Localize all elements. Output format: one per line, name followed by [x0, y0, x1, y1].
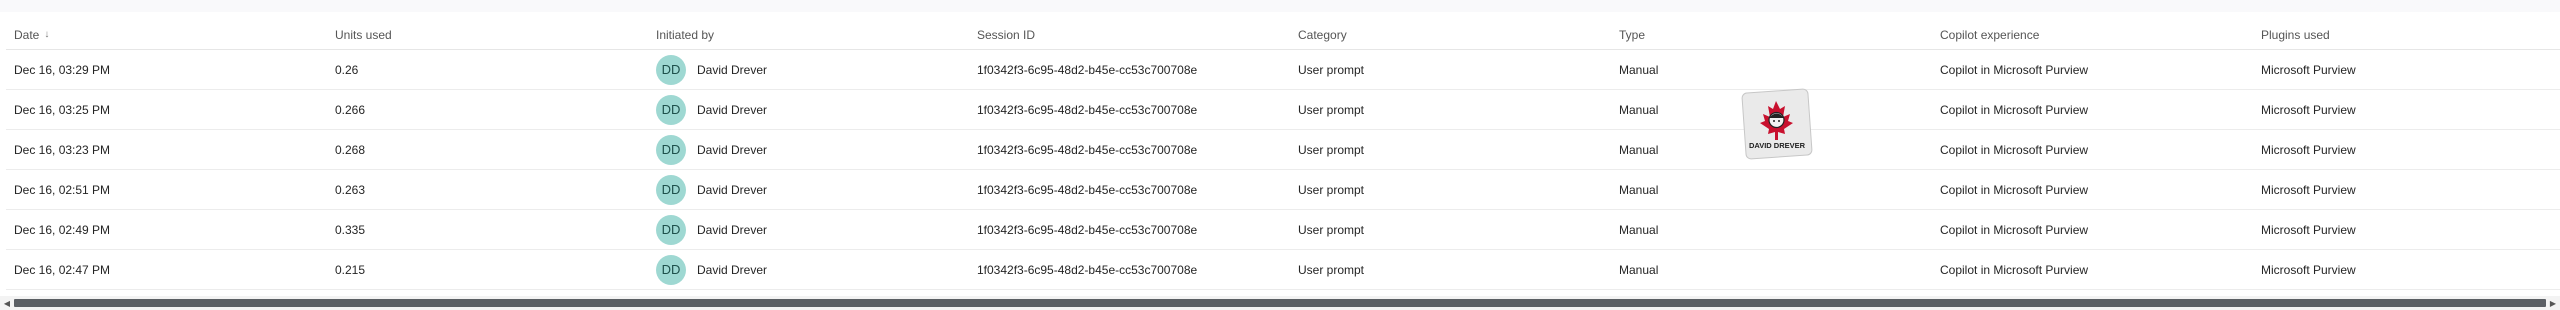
table-row[interactable]: Dec 16, 03:29 PM 0.26 DD David Drever 1f… — [6, 50, 2560, 90]
date-cell: Dec 16, 03:25 PM — [14, 102, 111, 117]
date-cell: Dec 16, 02:47 PM — [14, 262, 111, 277]
category-cell: User prompt — [1298, 262, 1365, 277]
watermark-text: DAVID DREVER — [1749, 141, 1806, 150]
type-cell: Manual — [1619, 102, 1659, 117]
column-header-units-used[interactable]: Units used — [335, 20, 392, 49]
column-header-initiated-by[interactable]: Initiated by — [656, 20, 714, 49]
category-cell: User prompt — [1298, 142, 1365, 157]
user-name: David Drever — [697, 142, 768, 157]
plugins-used-cell: Microsoft Purview — [2261, 102, 2356, 117]
units-cell: 0.263 — [335, 182, 366, 197]
date-cell: Dec 16, 02:51 PM — [14, 182, 111, 197]
plugins-used-cell: Microsoft Purview — [2261, 182, 2356, 197]
category-cell: User prompt — [1298, 102, 1365, 117]
plugins-used-cell: Microsoft Purview — [2261, 62, 2356, 77]
category-cell: User prompt — [1298, 62, 1365, 77]
table-row[interactable]: Dec 16, 02:47 PM 0.215 DD David Drever 1… — [6, 250, 2560, 290]
session-id-cell: 1f0342f3-6c95-48d2-b45e-cc53c700708e — [977, 262, 1198, 277]
copilot-experience-cell: Copilot in Microsoft Purview — [1940, 222, 2089, 237]
type-cell: Manual — [1619, 222, 1659, 237]
user-name: David Drever — [697, 222, 768, 237]
column-header-session-id[interactable]: Session ID — [977, 20, 1035, 49]
avatar: DD — [656, 134, 686, 165]
date-cell: Dec 16, 03:23 PM — [14, 142, 111, 157]
session-id-cell: 1f0342f3-6c95-48d2-b45e-cc53c700708e — [977, 182, 1198, 197]
initiated-by-cell: DD David Drever — [656, 130, 767, 169]
session-id-cell: 1f0342f3-6c95-48d2-b45e-cc53c700708e — [977, 222, 1198, 237]
date-cell: Dec 16, 03:29 PM — [14, 62, 111, 77]
avatar: DD — [656, 54, 686, 85]
table-header-row: Date ↓ Units used Initiated by Session I… — [6, 20, 2560, 50]
table-row[interactable]: Dec 16, 03:25 PM 0.266 DD David Drever 1… — [6, 90, 2560, 130]
type-cell: Manual — [1619, 262, 1659, 277]
avatar: DD — [656, 214, 686, 245]
usage-table: Date ↓ Units used Initiated by Session I… — [6, 20, 2560, 290]
copilot-experience-cell: Copilot in Microsoft Purview — [1940, 182, 2089, 197]
column-header-type[interactable]: Type — [1619, 20, 1645, 49]
user-name: David Drever — [697, 102, 768, 117]
units-cell: 0.335 — [335, 222, 366, 237]
copilot-experience-cell: Copilot in Microsoft Purview — [1940, 102, 2089, 117]
avatar: DD — [656, 174, 686, 205]
initiated-by-cell: DD David Drever — [656, 50, 767, 89]
initiated-by-cell: DD David Drever — [656, 170, 767, 209]
category-cell: User prompt — [1298, 222, 1365, 237]
column-header-category[interactable]: Category — [1298, 20, 1347, 49]
units-cell: 0.266 — [335, 102, 366, 117]
sort-descending-icon[interactable]: ↓ — [44, 29, 49, 40]
units-cell: 0.268 — [335, 142, 366, 157]
top-band — [0, 0, 2560, 12]
session-id-cell: 1f0342f3-6c95-48d2-b45e-cc53c700708e — [977, 62, 1198, 77]
user-name: David Drever — [697, 62, 768, 77]
category-cell: User prompt — [1298, 182, 1365, 197]
copilot-experience-cell: Copilot in Microsoft Purview — [1940, 62, 2089, 77]
plugins-used-cell: Microsoft Purview — [2261, 262, 2356, 277]
copilot-experience-cell: Copilot in Microsoft Purview — [1940, 142, 2089, 157]
column-header-label: Date — [14, 27, 40, 42]
type-cell: Manual — [1619, 182, 1659, 197]
initiated-by-cell: DD David Drever — [656, 210, 767, 249]
initiated-by-cell: DD David Drever — [656, 250, 767, 289]
date-cell: Dec 16, 02:49 PM — [14, 222, 111, 237]
scrollbar-thumb[interactable] — [14, 299, 2546, 307]
horizontal-scrollbar[interactable]: ◀ ▶ — [0, 296, 2560, 310]
type-cell: Manual — [1619, 62, 1659, 77]
column-header-date[interactable]: Date ↓ — [14, 20, 49, 49]
avatar: DD — [656, 94, 686, 125]
user-name: David Drever — [697, 182, 768, 197]
plugins-used-cell: Microsoft Purview — [2261, 142, 2356, 157]
session-id-cell: 1f0342f3-6c95-48d2-b45e-cc53c700708e — [977, 102, 1198, 117]
table-row[interactable]: Dec 16, 03:23 PM 0.268 DD David Drever 1… — [6, 130, 2560, 170]
plugins-used-cell: Microsoft Purview — [2261, 222, 2356, 237]
column-header-copilot-experience[interactable]: Copilot experience — [1940, 20, 2039, 49]
units-cell: 0.215 — [335, 262, 366, 277]
column-header-plugins-used[interactable]: Plugins used — [2261, 20, 2330, 49]
watermark-logo: DAVID DREVER — [1738, 85, 1818, 165]
units-cell: 0.26 — [335, 62, 359, 77]
session-id-cell: 1f0342f3-6c95-48d2-b45e-cc53c700708e — [977, 142, 1198, 157]
scroll-left-icon[interactable]: ◀ — [0, 296, 14, 310]
type-cell: Manual — [1619, 142, 1659, 157]
copilot-experience-cell: Copilot in Microsoft Purview — [1940, 262, 2089, 277]
avatar: DD — [656, 254, 686, 285]
table-row[interactable]: Dec 16, 02:51 PM 0.263 DD David Drever 1… — [6, 170, 2560, 210]
initiated-by-cell: DD David Drever — [656, 90, 767, 129]
user-name: David Drever — [697, 262, 768, 277]
scroll-right-icon[interactable]: ▶ — [2546, 296, 2560, 310]
table-row[interactable]: Dec 16, 02:49 PM 0.335 DD David Drever 1… — [6, 210, 2560, 250]
